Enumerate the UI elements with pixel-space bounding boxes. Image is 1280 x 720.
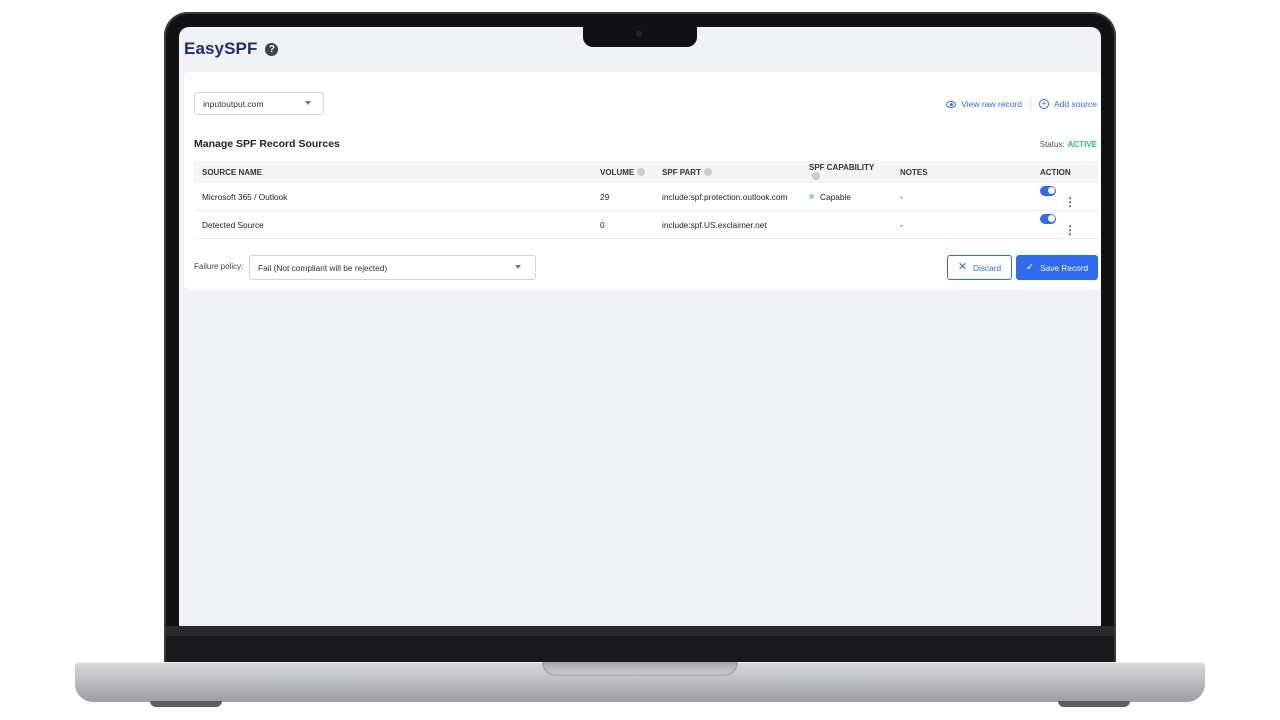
info-icon[interactable]: [703, 167, 712, 176]
laptop-base-notch: [542, 662, 738, 676]
capable-dot-icon: [809, 193, 814, 199]
laptop-foot-left: [150, 701, 222, 707]
row-actions: ⋮: [1032, 183, 1098, 211]
kebab-menu-icon[interactable]: ⋮: [1064, 224, 1076, 236]
domain-select-value: inputoutput.com: [203, 98, 264, 109]
source-name: Microsoft 365 / Outlook: [194, 183, 592, 211]
check-icon: ✓: [1025, 261, 1035, 273]
enable-toggle[interactable]: [1040, 213, 1056, 224]
spf-card: inputoutput.com View raw record + Add so…: [184, 72, 1101, 290]
view-raw-record-link[interactable]: View raw record: [946, 99, 1022, 109]
failure-policy-select[interactable]: Fail (Not compliant will be rejected): [249, 255, 536, 280]
spf-part: include:spf.protection.outlook.com: [654, 183, 801, 211]
divider: [1030, 98, 1031, 110]
save-record-button[interactable]: ✓ Save Record: [1016, 255, 1098, 280]
camera-icon: [636, 31, 642, 37]
screen: EasySPF ? inputoutput.com View raw recor…: [179, 27, 1101, 626]
save-record-label: Save Record: [1040, 262, 1089, 273]
table-row: Detected Source 0 include:spf.US.exclaim…: [194, 210, 1098, 239]
source-name: Detected Source: [194, 210, 592, 239]
section-title: Manage SPF Record Sources: [194, 138, 340, 150]
volume: 0: [592, 210, 654, 239]
add-source-label: Add source: [1054, 99, 1097, 109]
discard-button[interactable]: ✕ Discard: [947, 255, 1012, 280]
status-indicator: Status: ACTIVE: [1040, 140, 1097, 149]
notes: -: [892, 183, 1032, 211]
header-volume[interactable]: VOLUME: [592, 161, 654, 183]
app-header: EasySPF ?: [184, 39, 279, 59]
header-spf-part[interactable]: SPF PART: [654, 161, 801, 183]
discard-label: Discard: [973, 262, 1002, 273]
header-action: ACTION: [1032, 161, 1098, 183]
info-icon[interactable]: [637, 167, 646, 176]
laptop-foot-right: [1058, 701, 1130, 707]
top-actions: View raw record + Add source: [946, 98, 1097, 110]
eye-icon: [946, 100, 957, 108]
spf-part: include:spf.US.exclaimer.net: [654, 210, 801, 239]
notes: -: [892, 210, 1032, 239]
kebab-menu-icon[interactable]: ⋮: [1064, 196, 1076, 208]
table-header-row: SOURCE NAME VOLUME SPF PART SPF CAPABILI…: [194, 161, 1098, 183]
row-actions: ⋮: [1032, 210, 1098, 239]
help-icon[interactable]: ?: [265, 43, 279, 56]
volume: 29: [592, 183, 654, 211]
chevron-down-icon: [305, 101, 311, 105]
info-icon[interactable]: [812, 172, 820, 180]
enable-toggle[interactable]: [1040, 185, 1056, 196]
spf-capability: [801, 210, 892, 239]
header-notes: NOTES: [892, 161, 1032, 183]
sources-table: SOURCE NAME VOLUME SPF PART SPF CAPABILI…: [194, 161, 1098, 239]
status-label: Status:: [1039, 140, 1065, 149]
failure-policy-label: Failure policy:: [194, 262, 244, 271]
spf-capability: Capable: [801, 183, 892, 211]
header-source-name[interactable]: SOURCE NAME: [194, 161, 592, 183]
laptop-hinge-strip: [166, 626, 1114, 636]
status-badge: ACTIVE: [1067, 140, 1097, 149]
failure-policy-value: Fail (Not compliant will be rejected): [258, 262, 388, 273]
plus-circle-icon: +: [1039, 99, 1049, 109]
app-title: EasySPF: [184, 39, 258, 58]
camera-notch: [583, 27, 697, 47]
header-spf-capability[interactable]: SPF CAPABILITY: [801, 161, 892, 183]
add-source-link[interactable]: + Add source: [1039, 99, 1097, 109]
chevron-down-icon: [515, 265, 521, 269]
domain-select[interactable]: inputoutput.com: [194, 92, 324, 115]
close-icon: ✕: [957, 261, 968, 273]
view-raw-record-label: View raw record: [961, 99, 1022, 109]
table-row: Microsoft 365 / Outlook 29 include:spf.p…: [194, 183, 1098, 211]
